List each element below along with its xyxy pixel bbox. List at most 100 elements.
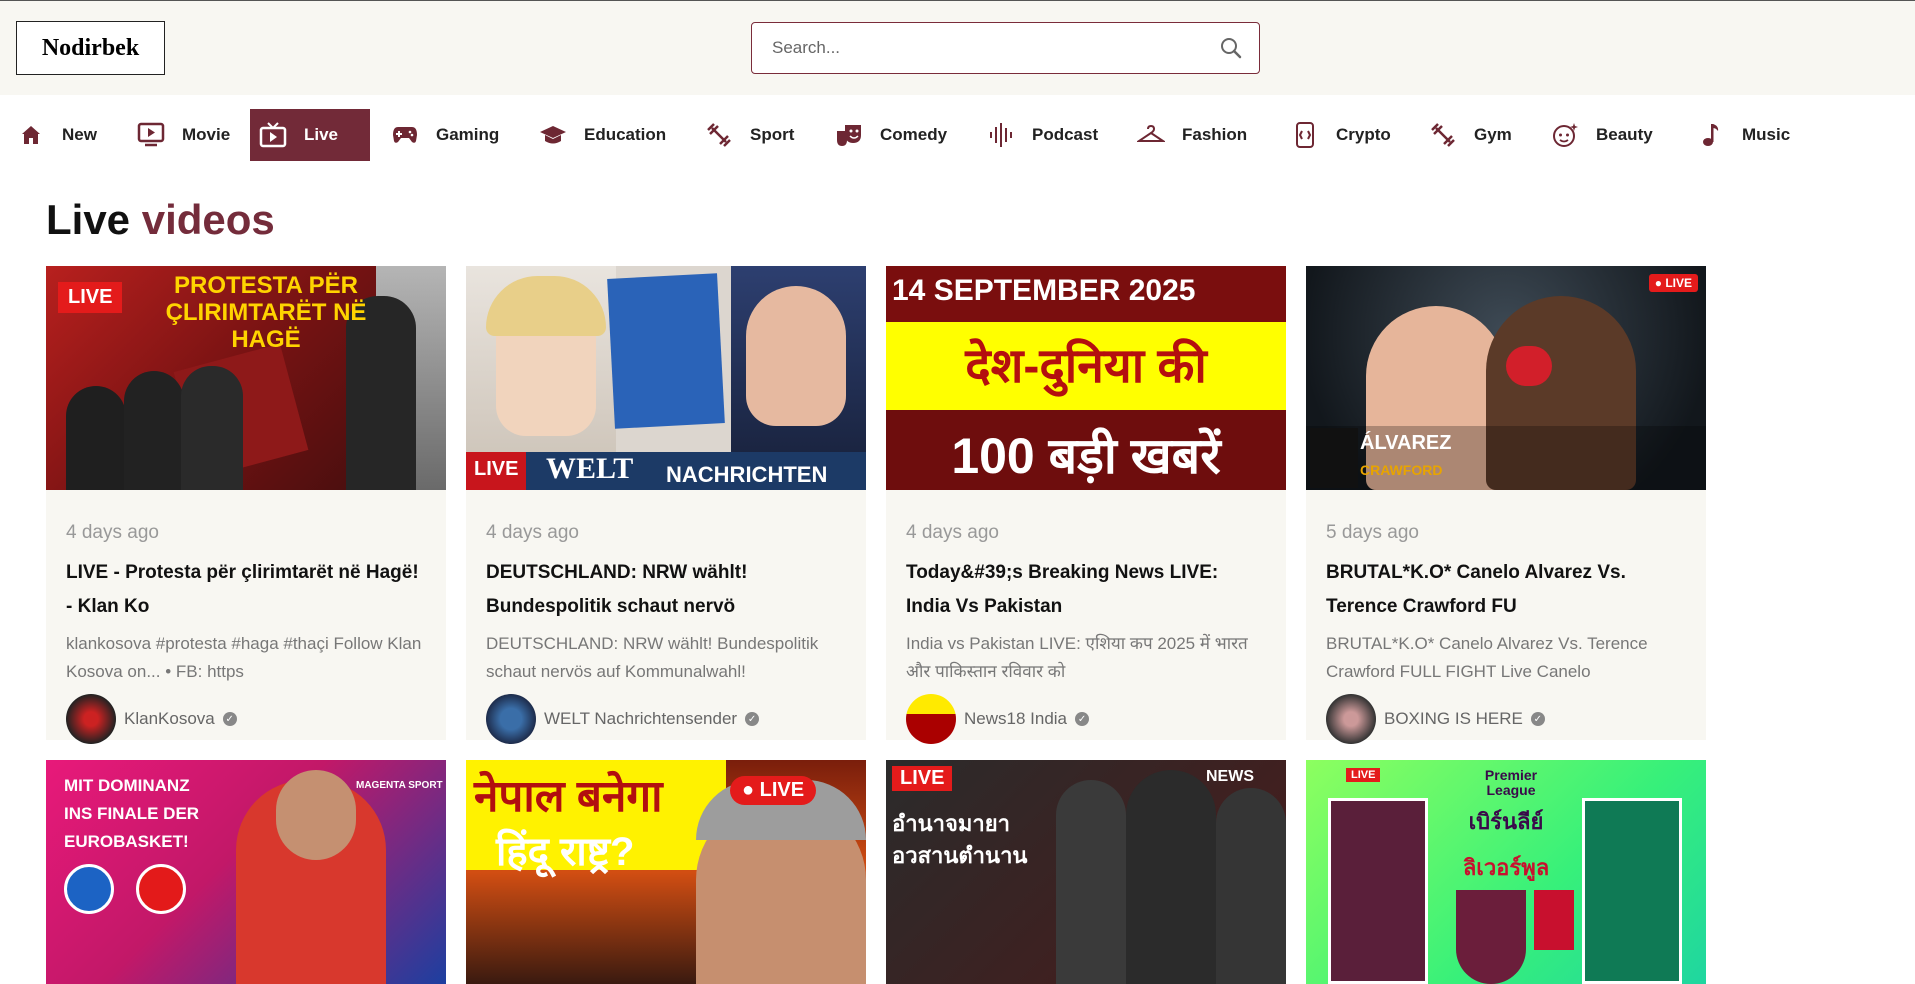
- tv-icon: [258, 120, 288, 150]
- nav-item-sport[interactable]: Sport: [696, 109, 802, 161]
- thumbnail-subheadline: 100 बड़ी खबरें: [951, 428, 1221, 484]
- thumbnail-text: MIT DOMINANZ INS FINALE DER EUROBASKET!: [64, 776, 200, 851]
- gamepad-icon: [390, 120, 420, 150]
- thumbnail-text: नेपाल बनेगा: [474, 772, 663, 821]
- live-badge: LIVE: [466, 452, 527, 490]
- monitor-play-icon: [136, 120, 166, 150]
- video-thumbnail[interactable]: 14 SEPTEMBER 2025 देश-दुनिया की 100 बड़ी…: [886, 266, 1286, 490]
- channel-avatar[interactable]: [906, 694, 956, 744]
- channel-name[interactable]: BOXING IS HERE: [1384, 709, 1523, 729]
- channel-avatar[interactable]: [1326, 694, 1376, 744]
- music-note-icon: [1696, 120, 1726, 150]
- thumbnail-text: PROTESTA PËR ÇLIRIMTARËT NË HAGË: [165, 272, 367, 353]
- nav-label: Live: [304, 125, 339, 144]
- video-description: BRUTAL*K.O* Canelo Alvarez Vs. Terence C…: [1326, 634, 1648, 681]
- video-card[interactable]: LIVE PROTESTA PËR ÇLIRIMTARËT NË HAGË 4 …: [46, 266, 446, 744]
- section-title-accent: videos: [141, 196, 275, 243]
- video-description: klankosova #protesta #haga #thaçi Follow…: [66, 634, 422, 681]
- dumbbell-icon: [1428, 120, 1458, 150]
- thumbnail-brand: NEWS: [1206, 768, 1254, 785]
- video-meta: 5 days ago BRUTAL*K.O* Canelo Alvarez Vs…: [1306, 522, 1706, 744]
- video-card[interactable]: ÁLVAREZ CRAWFORD ● LIVE 5 days ago BRUTA…: [1306, 266, 1706, 744]
- verified-icon: ✓: [222, 712, 237, 726]
- upload-date: 4 days ago: [906, 522, 999, 543]
- live-badge: ● LIVE: [1648, 274, 1698, 292]
- nav-item-gym[interactable]: Gym: [1420, 109, 1520, 161]
- header: Nodirbek: [0, 1, 1915, 95]
- channel-avatar[interactable]: [486, 694, 536, 744]
- search-box: [751, 22, 1260, 74]
- nav-label: Music: [1742, 125, 1791, 144]
- verified-icon: ✓: [1530, 712, 1545, 726]
- home-icon: [16, 120, 46, 150]
- live-badge: LIVE: [892, 766, 953, 791]
- channel-avatar[interactable]: [66, 694, 116, 744]
- thumbnail-subtext: NACHRICHTEN: [666, 462, 828, 487]
- live-badge: ● LIVE: [730, 776, 817, 805]
- live-badge: LIVE: [1346, 768, 1381, 782]
- video-card[interactable]: 14 SEPTEMBER 2025 देश-दुनिया की 100 बड़ी…: [886, 266, 1286, 744]
- nav-label: Crypto: [1336, 125, 1391, 144]
- nav-label: Gaming: [436, 125, 500, 144]
- nav-label: Education: [584, 125, 667, 144]
- video-card[interactable]: MIT DOMINANZ INS FINALE DER EUROBASKET! …: [46, 760, 446, 984]
- video-card[interactable]: LIVE WELT NACHRICHTEN 4 days ago DEUTSCH…: [466, 266, 866, 744]
- face-sparkle-icon: [1550, 120, 1580, 150]
- nav-item-music[interactable]: Music: [1688, 109, 1798, 161]
- fighter-name-2: CRAWFORD: [1360, 462, 1443, 478]
- live-badge: LIVE: [58, 282, 123, 313]
- video-thumbnail[interactable]: ÁLVAREZ CRAWFORD ● LIVE: [1306, 266, 1706, 490]
- channel-name[interactable]: KlanKosova: [124, 709, 215, 729]
- nav-label: Podcast: [1032, 125, 1099, 144]
- nav-item-gaming[interactable]: Gaming: [382, 109, 507, 161]
- video-thumbnail[interactable]: LIVE PROTESTA PËR ÇLIRIMTARËT NË HAGË: [46, 266, 446, 490]
- channel-info[interactable]: KlanKosova ✓: [66, 694, 426, 744]
- upload-date: 5 days ago: [1326, 522, 1419, 543]
- thumbnail-subtext-2: ลิเวอร์พูล: [1462, 855, 1550, 880]
- logo[interactable]: Nodirbek: [16, 21, 165, 75]
- video-thumbnail[interactable]: LIVE Premier League เบิร์นลีย์ ลิเวอร์พู…: [1306, 760, 1706, 984]
- nav-label: Sport: [750, 125, 795, 144]
- hanger-icon: [1136, 120, 1166, 150]
- thumbnail-text: Premier League: [1484, 767, 1538, 798]
- thumbnail-subtext: हिंदू राष्ट्र?: [496, 830, 635, 874]
- nav-item-beauty[interactable]: Beauty: [1542, 109, 1661, 161]
- nav-item-new[interactable]: New: [8, 109, 105, 161]
- thumbnail-headline: देश-दुनिया की: [965, 340, 1207, 393]
- video-title[interactable]: LIVE - Protesta për çlirimtarët në Hagë!…: [66, 556, 426, 624]
- search-input[interactable]: [752, 23, 1203, 73]
- nav-item-comedy[interactable]: Comedy: [826, 109, 955, 161]
- video-thumbnail[interactable]: नेपाल बनेगा हिंदू राष्ट्र? ● LIVE: [466, 760, 866, 984]
- thumbnail-brand: MAGENTA SPORT: [356, 780, 443, 791]
- video-thumbnail[interactable]: LIVE อำนาจมายา อวสานตำนาน NEWS: [886, 760, 1286, 984]
- video-card[interactable]: LIVE อำนาจมายา อวสานตำนาน NEWS: [886, 760, 1286, 984]
- nav-item-movie[interactable]: Movie: [128, 109, 238, 161]
- nav-item-education[interactable]: Education: [530, 109, 674, 161]
- channel-info[interactable]: BOXING IS HERE ✓: [1326, 694, 1686, 744]
- video-meta: 4 days ago Today&#39;s Breaking News LIV…: [886, 522, 1286, 744]
- video-title[interactable]: BRUTAL*K.O* Canelo Alvarez Vs. Terence C…: [1326, 556, 1686, 624]
- channel-info[interactable]: News18 India ✓: [906, 694, 1266, 744]
- nav-label: Fashion: [1182, 125, 1248, 144]
- video-card[interactable]: नेपाल बनेगा हिंदू राष्ट्र? ● LIVE: [466, 760, 866, 984]
- nav-item-live[interactable]: Live: [250, 109, 370, 161]
- video-thumbnail[interactable]: MIT DOMINANZ INS FINALE DER EUROBASKET! …: [46, 760, 446, 984]
- video-card[interactable]: LIVE Premier League เบิร์นลีย์ ลิเวอร์พู…: [1306, 760, 1706, 984]
- search-icon[interactable]: [1203, 23, 1259, 73]
- fighter-name: ÁLVAREZ: [1360, 432, 1452, 454]
- nav-label: Beauty: [1596, 125, 1653, 144]
- channel-name[interactable]: WELT Nachrichtensender: [544, 709, 737, 729]
- nav-label: New: [62, 125, 97, 144]
- video-thumbnail[interactable]: LIVE WELT NACHRICHTEN: [466, 266, 866, 490]
- channel-name[interactable]: News18 India: [964, 709, 1067, 729]
- video-title[interactable]: DEUTSCHLAND: NRW wählt! Bundespolitik sc…: [486, 556, 846, 624]
- nav-item-fashion[interactable]: Fashion: [1128, 109, 1255, 161]
- channel-info[interactable]: WELT Nachrichtensender ✓: [486, 694, 846, 744]
- upload-date: 4 days ago: [66, 522, 159, 543]
- upload-date: 4 days ago: [486, 522, 579, 543]
- nav-item-crypto[interactable]: Crypto: [1282, 109, 1399, 161]
- video-description: DEUTSCHLAND: NRW wählt! Bundespolitik sc…: [486, 634, 819, 681]
- video-title[interactable]: Today&#39;s Breaking News LIVE: India Vs…: [906, 556, 1266, 624]
- thumbnail-text: อำนาจมายา อวสานตำนาน: [892, 811, 1028, 868]
- nav-item-podcast[interactable]: Podcast: [978, 109, 1106, 161]
